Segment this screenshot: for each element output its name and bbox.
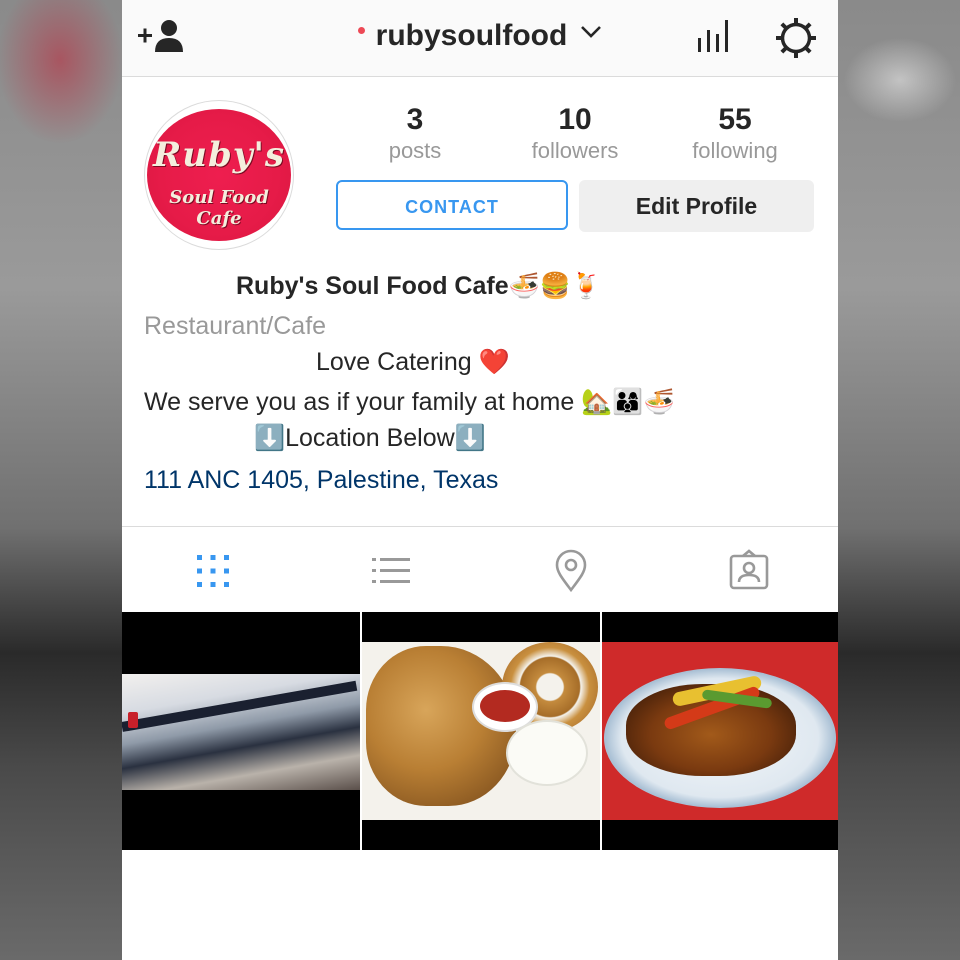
bio-line: ⬇️Location Below⬇️	[254, 424, 486, 452]
insights-icon[interactable]	[696, 18, 732, 54]
username-title: rubysoulfood	[375, 19, 568, 52]
followers-count[interactable]: 10 followers	[510, 102, 640, 164]
profile-category: Restaurant/Cafe	[144, 312, 327, 340]
logo-subtext: Soul Food Cafe	[169, 187, 269, 229]
post-thumbnail-buffet[interactable]	[122, 612, 360, 850]
stat-label: following	[692, 138, 778, 163]
logo-text: Ruby's	[152, 135, 286, 175]
contact-button[interactable]: CONTACT	[336, 180, 568, 230]
profile-avatar[interactable]: Ruby's Soul Food Cafe	[144, 100, 294, 250]
stat-value: 10	[558, 103, 592, 136]
profile-display-name: Ruby's Soul Food Cafe🍜🍔🍹	[236, 272, 603, 300]
stat-value: 3	[406, 103, 424, 136]
address-link[interactable]: 111 ANC 1405, Palestine, Texas	[144, 466, 498, 495]
stat-value: 55	[718, 103, 752, 136]
add-person-icon[interactable]	[138, 18, 188, 54]
gear-icon[interactable]	[774, 16, 818, 60]
restaurant-logo: Ruby's Soul Food Cafe	[147, 109, 291, 241]
posts-count[interactable]: 3 posts	[350, 102, 480, 164]
tagged-photos-icon[interactable]	[726, 548, 772, 594]
bio-line: We serve you as if your family at home 🏡…	[144, 388, 675, 416]
top-navigation-bar: rubysoulfood	[122, 0, 838, 77]
post-thumbnail-fried-food[interactable]	[362, 612, 600, 850]
bio-line: Love Catering ❤️	[316, 348, 510, 376]
stat-label: posts	[388, 138, 442, 163]
grid-view-icon[interactable]	[190, 548, 236, 594]
notification-dot	[358, 26, 366, 34]
photo-detail	[128, 712, 138, 728]
photo-detail	[506, 720, 588, 786]
post-thumbnail-grilled-plate[interactable]	[602, 612, 838, 850]
section-divider	[122, 526, 838, 527]
stat-label: followers	[531, 138, 619, 163]
following-count[interactable]: 55 following	[670, 102, 800, 164]
list-view-icon[interactable]	[368, 548, 414, 594]
edit-profile-button[interactable]: Edit Profile	[579, 180, 814, 232]
chevron-down-icon	[580, 26, 601, 38]
profile-screen: rubysoulfood Ruby's Soul Food Cafe 3 pos…	[122, 0, 838, 960]
location-pin-icon[interactable]	[548, 548, 594, 594]
